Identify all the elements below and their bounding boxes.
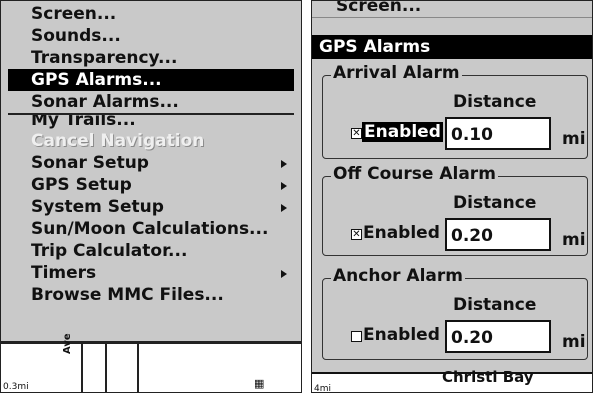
menu-item-label: Browse MMC Files... bbox=[31, 285, 224, 305]
group-title: Arrival Alarm bbox=[331, 63, 462, 83]
menu-item-label: System Setup bbox=[31, 197, 164, 217]
background-menu-label: Screen... bbox=[336, 0, 422, 16]
road-label: Ave bbox=[62, 333, 73, 354]
menu-item-label: My Trails... bbox=[31, 115, 136, 130]
off-course-distance-input[interactable]: 0.20 bbox=[445, 218, 551, 251]
map-scale-label: 0.3mi bbox=[3, 382, 29, 392]
menu-item-label: Cancel Navigation bbox=[31, 131, 205, 151]
group-title: Anchor Alarm bbox=[331, 266, 465, 286]
map-road-line bbox=[81, 344, 83, 392]
menu-item-trip-calculator[interactable]: Trip Calculator... bbox=[1, 240, 301, 262]
menu-item-label: Timers bbox=[31, 263, 97, 283]
enabled-label[interactable]: Enabled bbox=[362, 122, 443, 142]
enabled-checkbox[interactable] bbox=[351, 331, 362, 342]
menu-screen: Screen... Sounds... Transparency... GPS … bbox=[0, 0, 302, 393]
map-view[interactable]: 4mi Christi Bay bbox=[312, 368, 592, 393]
arrival-distance-input[interactable]: 0.10 bbox=[445, 117, 551, 150]
map-scale-label: 4mi bbox=[314, 384, 331, 393]
menu-item-sonar-setup[interactable]: Sonar Setup bbox=[1, 152, 301, 174]
distance-label: Distance bbox=[453, 295, 537, 315]
menu-item-label: GPS Setup bbox=[31, 175, 132, 195]
menu-item-label: Trip Calculator... bbox=[31, 241, 188, 261]
menu-item-screen[interactable]: Screen... bbox=[1, 3, 301, 25]
menu-item-label: Sonar Setup bbox=[31, 153, 149, 173]
map-road-line bbox=[137, 344, 139, 392]
background-menu-strip: Screen... bbox=[312, 1, 592, 18]
enabled-checkbox[interactable]: ✕ bbox=[351, 229, 362, 240]
menu-item-system-setup[interactable]: System Setup bbox=[1, 196, 301, 218]
map-road-line bbox=[105, 344, 107, 392]
menu-item-label: Sonar Alarms... bbox=[31, 92, 179, 112]
menu-item-label: Sounds... bbox=[31, 26, 121, 46]
distance-label: Distance bbox=[453, 193, 537, 213]
submenu-arrow-icon bbox=[281, 270, 287, 278]
menu-item-sun-moon[interactable]: Sun/Moon Calculations... bbox=[1, 218, 301, 240]
submenu-arrow-icon bbox=[281, 204, 287, 212]
submenu-arrow-icon bbox=[281, 160, 287, 168]
unit-label: mi bbox=[562, 230, 586, 250]
enabled-checkbox[interactable]: ✕ bbox=[351, 128, 362, 139]
enabled-label[interactable]: Enabled bbox=[363, 325, 440, 345]
unit-label: mi bbox=[562, 332, 586, 352]
distance-label: Distance bbox=[453, 92, 537, 112]
building-icon: ▦ bbox=[254, 377, 265, 390]
off-course-alarm-group: Off Course Alarm Distance ✕ Enabled 0.20… bbox=[322, 164, 588, 256]
menu-item-cancel-navigation: Cancel Navigation bbox=[1, 130, 301, 152]
enabled-label[interactable]: Enabled bbox=[363, 223, 440, 243]
menu-item-gps-setup[interactable]: GPS Setup bbox=[1, 174, 301, 196]
menu-item-label: Screen... bbox=[31, 4, 117, 24]
gps-alarms-screen: Screen... GPS Alarms Arrival Alarm Dista… bbox=[311, 0, 593, 393]
map-view[interactable]: 0.3mi Ave ▦ bbox=[1, 333, 301, 392]
main-menu: Screen... Sounds... Transparency... GPS … bbox=[1, 3, 301, 306]
map-place-label: Christi Bay bbox=[442, 368, 534, 386]
menu-item-label: Transparency... bbox=[31, 48, 178, 68]
menu-item-my-trails[interactable]: My Trails... bbox=[1, 115, 301, 130]
menu-item-browse-mmc[interactable]: Browse MMC Files... bbox=[1, 284, 301, 306]
unit-label: mi bbox=[562, 129, 586, 149]
menu-item-sounds[interactable]: Sounds... bbox=[1, 25, 301, 47]
menu-item-sonar-alarms[interactable]: Sonar Alarms... bbox=[1, 91, 301, 113]
menu-item-label: GPS Alarms... bbox=[31, 70, 162, 90]
dialog-title: GPS Alarms bbox=[312, 35, 592, 59]
anchor-alarm-group: Anchor Alarm Distance Enabled 0.20 mi bbox=[322, 266, 588, 360]
group-title: Off Course Alarm bbox=[331, 164, 498, 184]
anchor-distance-input[interactable]: 0.20 bbox=[445, 320, 551, 353]
menu-item-transparency[interactable]: Transparency... bbox=[1, 47, 301, 69]
arrival-alarm-group: Arrival Alarm Distance ✕ Enabled 0.10 mi bbox=[322, 63, 588, 159]
menu-item-label: Sun/Moon Calculations... bbox=[31, 219, 269, 239]
menu-item-timers[interactable]: Timers bbox=[1, 262, 301, 284]
submenu-arrow-icon bbox=[281, 182, 287, 190]
menu-item-gps-alarms[interactable]: GPS Alarms... bbox=[8, 69, 294, 91]
